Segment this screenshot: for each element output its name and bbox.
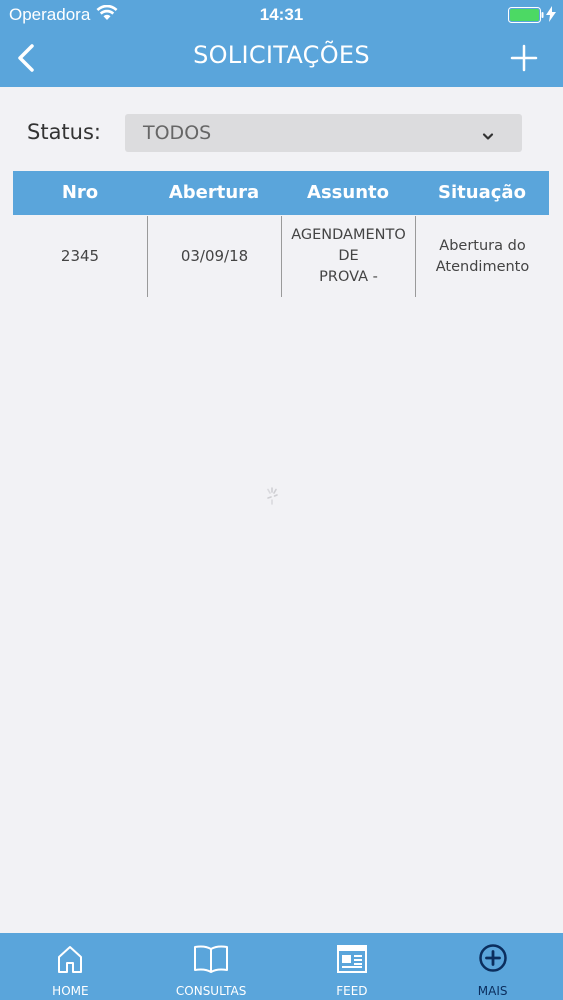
plus-circle-icon — [478, 943, 508, 977]
cell-assunto: AGENDAMENTO DE PROVA - — [281, 216, 415, 297]
table-row[interactable]: 2345 03/09/18 AGENDAMENTO DE PROVA - Abe… — [13, 216, 549, 297]
charging-bolt-icon — [546, 6, 556, 26]
chevron-down-icon — [482, 127, 494, 146]
battery-icon — [508, 7, 544, 27]
navigation-bar: SOLICITAÇÕES — [0, 30, 563, 87]
tab-mais-label: MAIS — [477, 984, 508, 998]
loading-spinner-icon — [262, 486, 282, 512]
tab-home-label: HOME — [52, 984, 89, 998]
tab-consultas[interactable]: CONSULTAS — [141, 933, 282, 1000]
cell-abertura: 03/09/18 — [147, 216, 281, 297]
cell-nro-value: 2345 — [60, 247, 100, 265]
page-title: SOLICITAÇÕES — [193, 41, 370, 69]
top-bar: Operadora 14:31 SOLICITAÇÕES — [0, 0, 563, 87]
tab-mais[interactable]: MAIS — [422, 933, 563, 1000]
tab-feed[interactable]: FEED — [282, 933, 423, 1000]
plus-icon — [510, 44, 538, 72]
cell-abertura-value: 03/09/18 — [180, 247, 249, 265]
tab-feed-label: FEED — [336, 984, 368, 998]
cell-assunto-line1: AGENDAMENTO DE — [291, 227, 406, 264]
status-bar: Operadora 14:31 — [0, 0, 563, 30]
home-icon — [55, 943, 85, 979]
status-select[interactable]: TODOS — [125, 114, 522, 152]
status-time: 14:31 — [259, 5, 304, 24]
cell-situacao-line2: Atendimento — [435, 258, 530, 275]
tab-consultas-label: CONSULTAS — [175, 984, 247, 998]
cell-situacao: Abertura do Atendimento — [415, 216, 549, 297]
status-select-value: TODOS — [143, 122, 212, 144]
cell-nro: 2345 — [13, 216, 147, 297]
status-label: Status: — [27, 120, 101, 144]
column-header-assunto: Assunto — [307, 182, 389, 203]
table-header: Nro Abertura Assunto Situação — [13, 171, 549, 215]
cell-assunto-line2: PROVA - — [319, 269, 378, 285]
newspaper-icon — [336, 943, 368, 979]
add-request-button[interactable] — [508, 42, 540, 74]
status-filter: Status: TODOS — [0, 114, 563, 152]
column-header-situacao: Situação — [438, 182, 526, 203]
tab-bar: HOME CONSULTAS FEED MAIS — [0, 933, 563, 1000]
tab-home[interactable]: HOME — [0, 933, 141, 1000]
cell-situacao-line1: Abertura do — [439, 237, 526, 254]
book-icon — [193, 943, 229, 979]
column-header-nro: Nro — [61, 182, 99, 203]
column-header-abertura: Abertura — [168, 182, 260, 203]
